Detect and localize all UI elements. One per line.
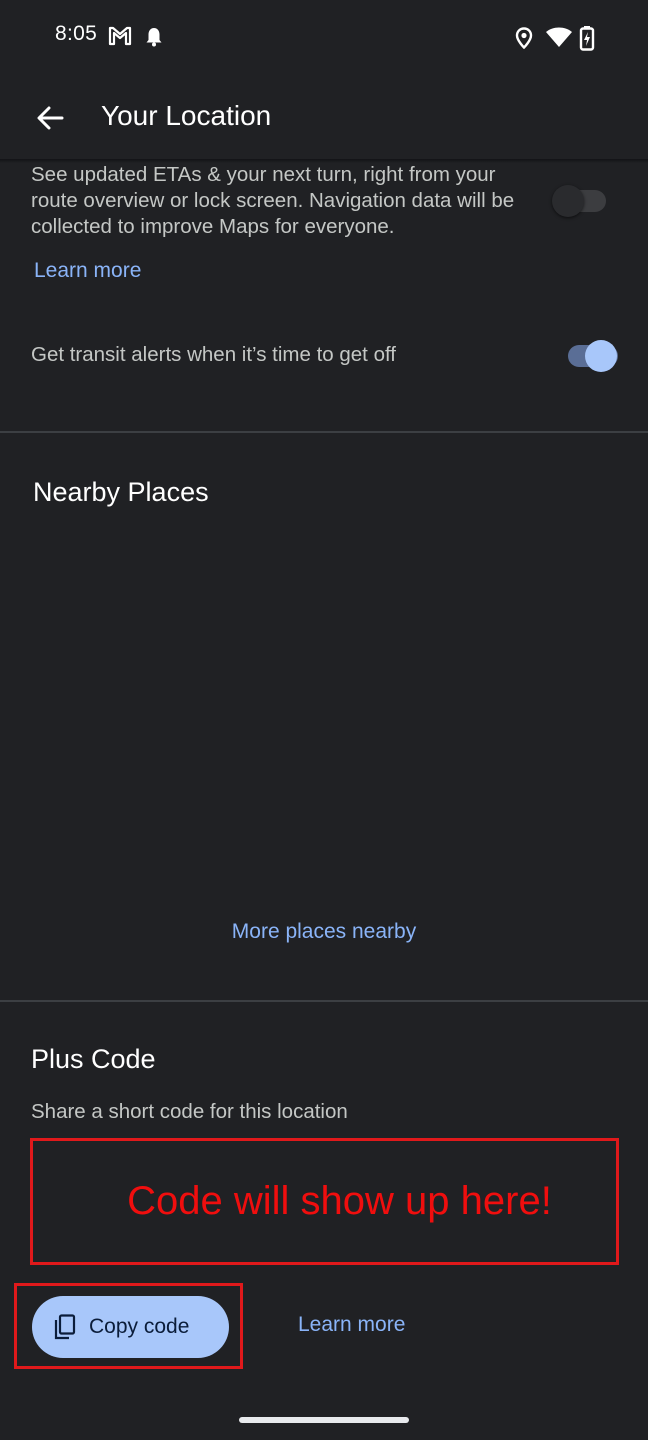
copy-code-label: Copy code <box>89 1315 190 1338</box>
learn-more-link[interactable]: Learn more <box>34 259 141 283</box>
plus-code-learn-more-link[interactable]: Learn more <box>298 1313 405 1337</box>
notification-bell-icon <box>146 28 162 47</box>
code-annotation-text: Code will show up here! <box>127 1179 552 1223</box>
plus-code-description: Share a short code for this location <box>31 1100 348 1123</box>
wifi-icon <box>546 27 572 47</box>
toggle-thumb <box>552 185 584 217</box>
copy-code-button[interactable]: Copy code <box>32 1296 229 1358</box>
section-divider <box>0 431 648 433</box>
section-divider <box>0 1000 648 1002</box>
toggle-thumb-on <box>585 340 617 372</box>
gmail-icon <box>108 26 132 46</box>
more-places-nearby-link[interactable]: More places nearby <box>0 920 648 944</box>
copy-icon <box>54 1314 76 1340</box>
home-indicator[interactable] <box>239 1417 409 1423</box>
plus-code-title: Plus Code <box>31 1044 156 1074</box>
battery-charging-icon <box>579 26 595 51</box>
navigation-updates-description: See updated ETAs & your next turn, right… <box>31 163 515 238</box>
location-pin-icon <box>515 27 533 49</box>
page-title: Your Location <box>101 100 272 131</box>
transit-alerts-label: Get transit alerts when it’s time to get… <box>31 343 396 366</box>
nearby-places-title: Nearby Places <box>33 477 209 507</box>
status-time: 8:05 <box>55 22 98 45</box>
arrow-back-icon[interactable] <box>32 100 68 136</box>
